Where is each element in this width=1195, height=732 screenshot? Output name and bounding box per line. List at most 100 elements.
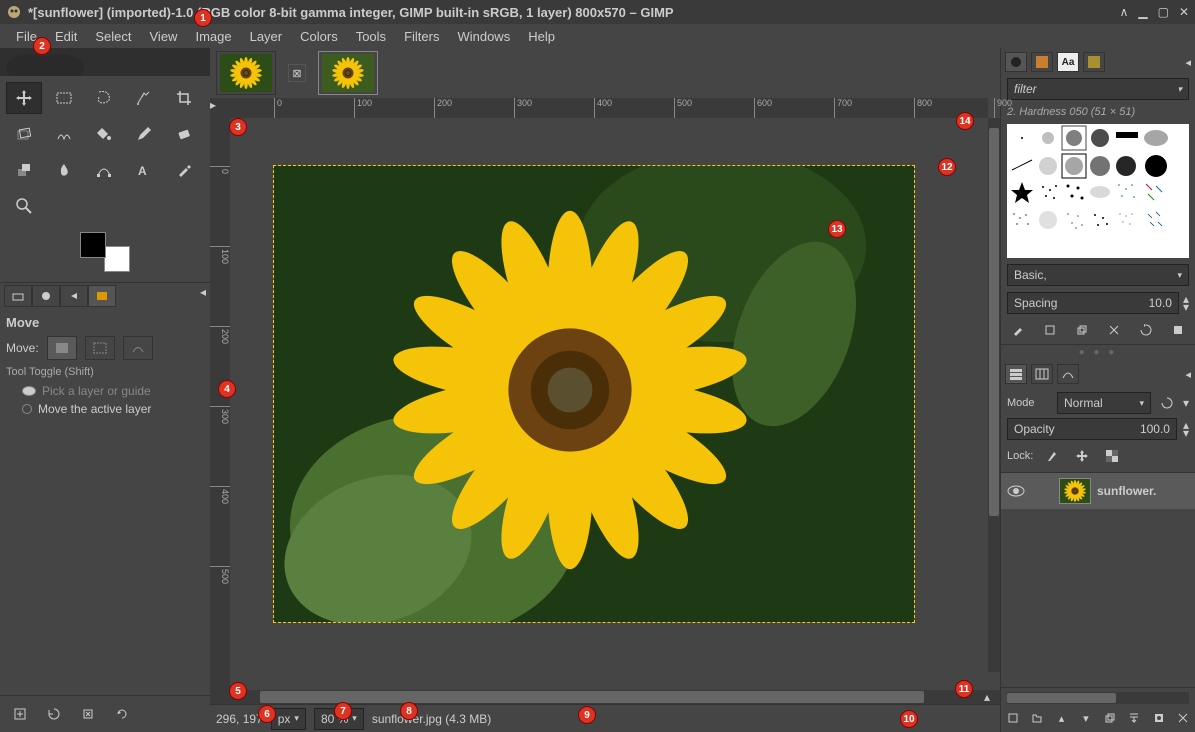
brush-preset-select[interactable]: Basic,▾ [1007, 264, 1189, 286]
mode-select[interactable]: Normal▾ [1057, 392, 1151, 414]
units-selector[interactable]: px▾ [271, 708, 306, 730]
new-brush-button[interactable] [1039, 320, 1061, 340]
close-button[interactable]: ✕ [1179, 5, 1189, 19]
menu-layer[interactable]: Layer [242, 25, 291, 48]
radio-move-active[interactable]: Move the active layer [22, 402, 204, 416]
raise-layer-button[interactable]: ▴ [1052, 708, 1072, 728]
color-swatch[interactable] [80, 232, 130, 272]
tool-text[interactable]: A [126, 154, 162, 186]
lock-alpha-icon[interactable] [1101, 446, 1123, 466]
tool-fuzzy-select[interactable] [126, 82, 162, 114]
quick-mask-toggle[interactable] [210, 690, 230, 704]
menu-windows[interactable]: Windows [449, 25, 518, 48]
menu-filters[interactable]: Filters [396, 25, 447, 48]
tab-paths[interactable] [1057, 364, 1079, 384]
layer-hscroll[interactable] [1007, 692, 1189, 704]
menu-view[interactable]: View [142, 25, 186, 48]
canvas[interactable] [230, 118, 988, 690]
mask-button[interactable] [1149, 708, 1169, 728]
tool-color-picker[interactable] [166, 154, 202, 186]
tool-rotate[interactable] [6, 118, 42, 150]
dock-separator[interactable]: ● ● ● [1001, 345, 1195, 360]
open-as-image-button[interactable] [1167, 320, 1189, 340]
merge-down-button[interactable] [1124, 708, 1144, 728]
duplicate-layer-button[interactable] [1100, 708, 1120, 728]
navigation-preview-icon[interactable]: ▴ [984, 690, 1000, 704]
tool-eraser[interactable] [166, 118, 202, 150]
tool-bucket[interactable] [86, 118, 122, 150]
tab-images[interactable] [88, 285, 116, 307]
refresh-brush-button[interactable] [1135, 320, 1157, 340]
tab-patterns[interactable] [1031, 52, 1053, 72]
lock-pixels-icon[interactable] [1041, 446, 1063, 466]
reset-button[interactable] [108, 702, 136, 726]
opacity-spinner[interactable]: ▴▾ [1183, 421, 1189, 437]
tool-free-select[interactable] [86, 82, 122, 114]
tab-channels[interactable] [1031, 364, 1053, 384]
delete-layer-button[interactable] [1173, 708, 1193, 728]
tool-warp[interactable] [46, 118, 82, 150]
tool-move[interactable] [6, 82, 42, 114]
tab-fonts[interactable]: Aa [1057, 52, 1079, 72]
move-mode-selection[interactable] [85, 336, 115, 360]
brush-grid[interactable] [1007, 124, 1189, 258]
tab-config-icon[interactable]: ◂ [200, 285, 206, 307]
tab-brushes[interactable] [1005, 52, 1027, 72]
visibility-toggle-icon[interactable] [1007, 485, 1027, 497]
opacity-field[interactable]: Opacity 100.0 [1007, 418, 1177, 440]
menu-edit[interactable]: Edit [47, 25, 85, 48]
layer-dock-config-icon[interactable]: ◂ [1185, 368, 1191, 381]
menu-tools[interactable]: Tools [348, 25, 394, 48]
mode-menu-icon[interactable]: ▾ [1183, 396, 1189, 410]
menu-help[interactable]: Help [520, 25, 563, 48]
brush-spacing-field[interactable]: Spacing 10.0 [1007, 292, 1179, 314]
save-preset-button[interactable] [6, 702, 34, 726]
fg-color[interactable] [80, 232, 106, 258]
layer-item[interactable]: sunflower. [1001, 473, 1195, 509]
delete-brush-button[interactable] [1103, 320, 1125, 340]
roll-up-button[interactable]: ∧ [1120, 5, 1129, 19]
tab-history[interactable] [1083, 52, 1105, 72]
maximize-button[interactable]: ▢ [1158, 5, 1169, 19]
tool-rect-select[interactable] [46, 82, 82, 114]
image-content[interactable] [274, 166, 914, 622]
duplicate-brush-button[interactable] [1071, 320, 1093, 340]
image-tab-1[interactable] [216, 51, 276, 95]
move-mode-path[interactable] [123, 336, 153, 360]
image-tab-2[interactable] [318, 51, 378, 95]
brush-filter-input[interactable]: filter▾ [1007, 78, 1189, 100]
vertical-scrollbar[interactable] [988, 118, 1000, 672]
radio-pick-layer[interactable]: Pick a layer or guide [22, 384, 204, 398]
minimize-button[interactable]: ▁ [1138, 5, 1147, 19]
tab-layers[interactable] [1005, 364, 1027, 384]
lower-layer-button[interactable]: ▾ [1076, 708, 1096, 728]
mode-reset-icon[interactable] [1157, 397, 1177, 409]
menu-select[interactable]: Select [87, 25, 139, 48]
ruler-horizontal[interactable]: 0100200300400500600700800900 [230, 98, 988, 118]
tab-undo-history[interactable] [60, 285, 88, 307]
tool-crop[interactable] [166, 82, 202, 114]
menu-colors[interactable]: Colors [292, 25, 346, 48]
tab-tool-options[interactable] [4, 285, 32, 307]
close-tab-icon[interactable]: ⊠ [288, 64, 306, 82]
brush-dock-config-icon[interactable]: ◂ [1185, 56, 1191, 69]
ruler-vertical[interactable]: 0100200300400500 [210, 118, 230, 690]
lock-position-icon[interactable] [1071, 446, 1093, 466]
spacing-spinner[interactable]: ▴▾ [1183, 295, 1189, 311]
bg-color[interactable] [104, 246, 130, 272]
layer-name[interactable]: sunflower. [1097, 484, 1156, 498]
tool-paths[interactable] [86, 154, 122, 186]
new-layer-button[interactable] [1003, 708, 1023, 728]
tab-device-status[interactable] [32, 285, 60, 307]
move-mode-layer[interactable] [47, 336, 77, 360]
menu-image[interactable]: Image [187, 25, 239, 48]
restore-preset-button[interactable] [40, 702, 68, 726]
ruler-origin[interactable]: ▸ [210, 98, 230, 118]
edit-brush-button[interactable] [1007, 320, 1029, 340]
tool-paintbrush[interactable] [126, 118, 162, 150]
tool-smudge[interactable] [46, 154, 82, 186]
delete-preset-button[interactable] [74, 702, 102, 726]
tool-zoom[interactable] [6, 190, 42, 222]
new-group-button[interactable] [1027, 708, 1047, 728]
tool-clone[interactable] [6, 154, 42, 186]
